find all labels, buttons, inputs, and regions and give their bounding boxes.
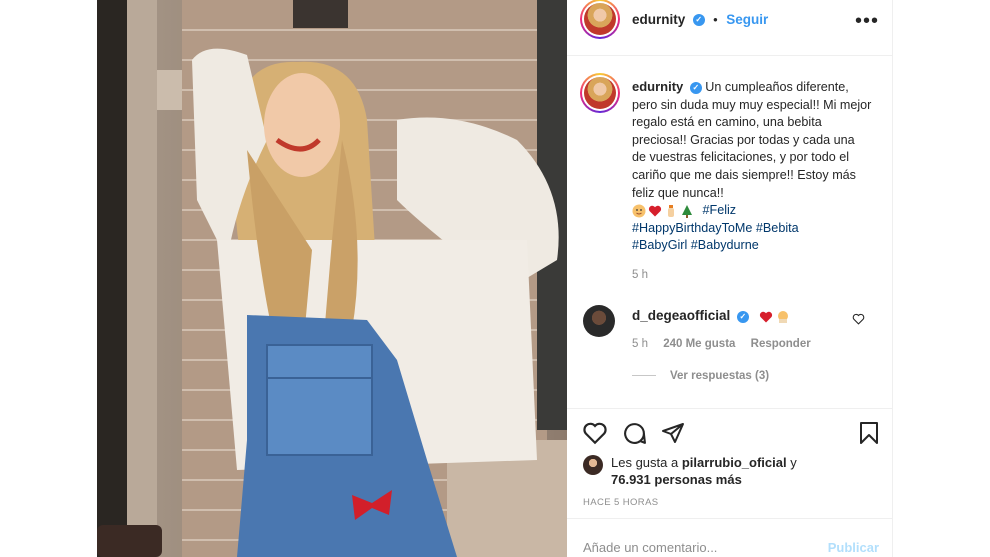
liker-avatar[interactable] — [583, 455, 603, 475]
liker-username[interactable]: pilarrubio_oficial — [682, 455, 787, 470]
likes-prefix: Les gusta a — [611, 455, 682, 470]
hashtag-bebita[interactable]: #Bebita — [756, 221, 799, 235]
baby-emoji-icon — [778, 310, 789, 323]
hashtag-babygirl[interactable]: #BabyGirl — [632, 238, 687, 252]
heart-emoji-icon — [759, 311, 772, 323]
caption-avatar[interactable] — [580, 73, 620, 113]
post-timestamp: HACE 5 HORAS — [583, 497, 659, 508]
likes-text: Les gusta a pilarrubio_oficial y 76.931 … — [611, 454, 861, 488]
add-comment-bar: Añade un comentario... Publicar — [567, 518, 893, 557]
publish-button[interactable]: Publicar — [828, 540, 879, 555]
comment-reply-button[interactable]: Responder — [751, 338, 811, 350]
author-avatar[interactable] — [580, 0, 620, 39]
action-bar — [567, 408, 893, 454]
bottle-emoji-icon — [668, 204, 674, 217]
author-username[interactable]: edurnity — [632, 12, 685, 27]
comment-time: 5 h — [632, 338, 648, 350]
follow-button[interactable]: Seguir — [726, 12, 768, 27]
caption-emoji-row — [632, 204, 694, 218]
comment-avatar[interactable] — [583, 305, 615, 337]
hashtag-feliz[interactable]: #Feliz — [703, 203, 737, 217]
comment-username[interactable]: d_degeaofficial — [632, 308, 730, 323]
comment-meta: 5 h 240 Me gusta Responder — [632, 338, 823, 350]
author-line: edurnity ✓ • Seguir — [632, 11, 768, 29]
caption-username[interactable]: edurnity — [632, 79, 683, 94]
more-options-icon[interactable]: ••• — [855, 10, 879, 33]
comment-like-icon[interactable] — [852, 313, 865, 325]
comment-text: d_degeaofficial ✓ — [632, 308, 790, 324]
instagram-post: edurnity ✓ • Seguir ••• edurnity ✓ Un cu… — [0, 0, 990, 557]
verified-badge-icon: ✓ — [689, 81, 702, 94]
photo-illustration — [97, 0, 567, 557]
post-header: edurnity ✓ • Seguir ••• — [567, 0, 893, 56]
view-replies-button[interactable]: Ver respuestas (3) — [632, 370, 769, 382]
comment-icon[interactable] — [622, 421, 647, 446]
caption: edurnity ✓ Un cumpleaños diferente, pero… — [632, 78, 872, 285]
view-replies-label: Ver respuestas (3) — [670, 370, 770, 382]
baby-face-emoji-icon — [632, 204, 646, 218]
tree-emoji-icon — [682, 204, 692, 218]
post-photo[interactable] — [97, 0, 567, 557]
comment-likes[interactable]: 240 Me gusta — [663, 338, 735, 350]
post-side-panel: edurnity ✓ • Seguir ••• edurnity ✓ Un cu… — [567, 0, 893, 557]
verified-badge-icon: ✓ — [692, 13, 705, 26]
replies-divider — [632, 375, 656, 377]
heart-icon[interactable] — [582, 421, 608, 445]
bookmark-icon[interactable] — [857, 421, 881, 445]
heart-emoji-icon — [648, 205, 662, 217]
verified-badge-icon: ✓ — [736, 310, 749, 323]
separator-dot: • — [713, 12, 718, 27]
hashtag-happybirthdaytome[interactable]: #HappyBirthdayToMe — [632, 221, 752, 235]
caption-text: Un cumpleaños diferente, pero sin duda m… — [632, 80, 872, 200]
share-icon[interactable] — [661, 421, 685, 445]
likes-middle: y — [786, 455, 797, 470]
hashtag-babydurne[interactable]: #Babydurne — [691, 238, 759, 252]
caption-time: 5 h — [632, 268, 648, 281]
likes-count[interactable]: 76.931 personas más — [611, 472, 742, 487]
add-comment-input[interactable]: Añade un comentario... — [583, 540, 717, 555]
